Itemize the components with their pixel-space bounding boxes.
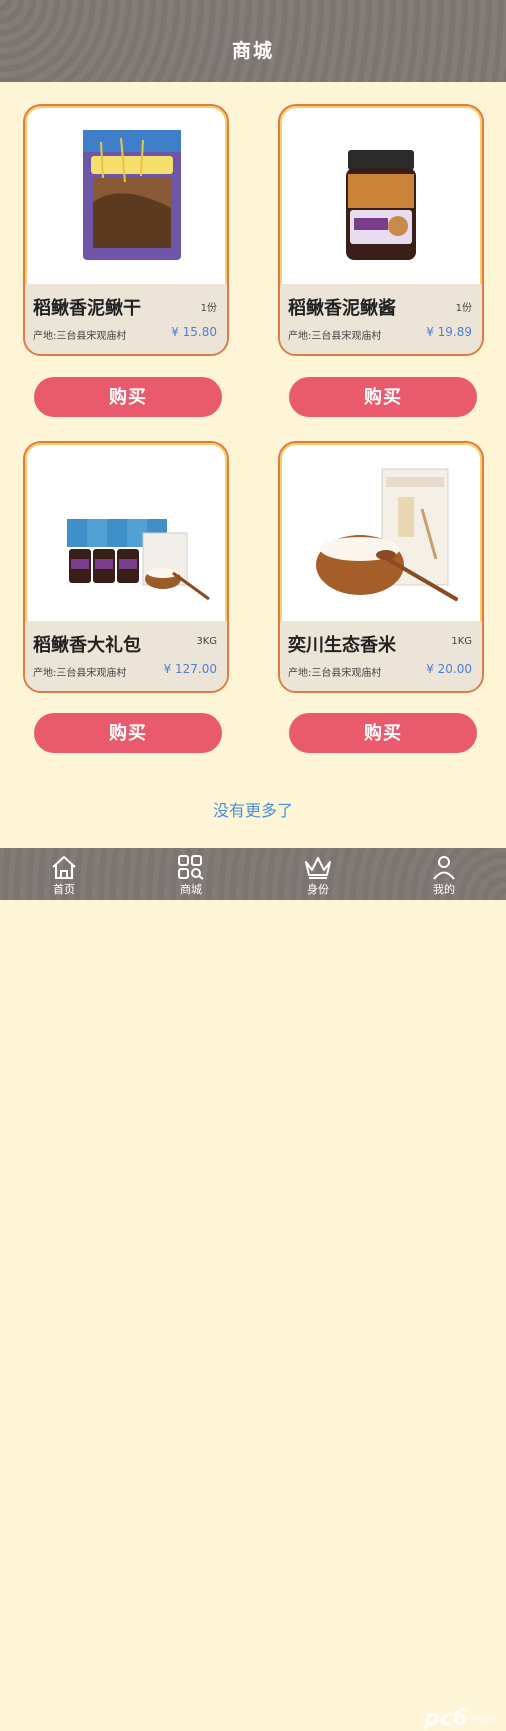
bottom-tab-bar: 首页 商城 身份 我的 pc6 下载站 [0, 848, 506, 1731]
product-price: ¥ 20.00 [426, 662, 472, 676]
product-card[interactable]: 稻鳅香泥鳅酱 1份 产地:三台县宋观庙村 ¥ 19.89 [278, 104, 484, 356]
tab-mine[interactable]: 我的 [404, 848, 484, 900]
user-icon [433, 856, 455, 880]
product-origin: 产地:三台县宋观庙村 [33, 668, 127, 679]
product-card[interactable]: 稻鳅香大礼包 3KG 产地:三台县宋观庙村 ¥ 127.00 [23, 441, 229, 693]
product-price: ¥ 127.00 [163, 662, 217, 676]
rice-box-and-bowl-image [316, 468, 458, 601]
buy-button[interactable]: 购买 [34, 377, 222, 417]
buy-button[interactable]: 购买 [34, 713, 222, 753]
no-more-text: 没有更多了 [212, 801, 293, 820]
header-bar: 商城 [0, 0, 506, 82]
tab-label: 身份 [307, 883, 329, 896]
product-info: 稻鳅香大礼包 3KG 产地:三台县宋观庙村 ¥ 127.00 [25, 621, 227, 691]
tab-label: 首页 [53, 883, 75, 896]
home-icon [52, 855, 76, 879]
tab-home[interactable]: 首页 [24, 848, 104, 900]
product-origin: 产地:三台县宋观庙村 [33, 331, 127, 342]
tab-label: 我的 [433, 883, 455, 896]
buy-button[interactable]: 购买 [289, 713, 477, 753]
watermark-subtext: 下载站 [470, 1715, 494, 1724]
product-name: 稻鳅香泥鳅酱 [288, 298, 396, 319]
loach-sauce-jar-image [346, 150, 416, 260]
tab-mall[interactable]: 商城 [151, 848, 231, 900]
product-quantity: 1份 [200, 303, 217, 314]
product-info: 奕川生态香米 1KG 产地:三台县宋观庙村 ¥ 20.00 [280, 621, 482, 691]
watermark-logo: pc6 [424, 1706, 469, 1731]
page-title: 商城 [231, 40, 274, 62]
product-info: 稻鳅香泥鳅干 1份 产地:三台县宋观庙村 ¥ 15.80 [25, 284, 227, 354]
product-card[interactable]: 奕川生态香米 1KG 产地:三台县宋观庙村 ¥ 20.00 [278, 441, 484, 693]
product-name: 奕川生态香米 [288, 635, 396, 656]
product-origin: 产地:三台县宋观庙村 [288, 668, 382, 679]
product-info: 稻鳅香泥鳅酱 1份 产地:三台县宋观庙村 ¥ 19.89 [280, 284, 482, 354]
product-price: ¥ 15.80 [171, 325, 217, 339]
dried-loach-package-image [83, 130, 181, 260]
product-name: 稻鳅香大礼包 [33, 635, 141, 656]
tab-identity[interactable]: 身份 [278, 848, 358, 900]
buy-button[interactable]: 购买 [289, 377, 477, 417]
grid-search-icon [178, 855, 204, 880]
product-quantity: 1KG [451, 636, 472, 647]
product-quantity: 1份 [455, 303, 472, 314]
product-name: 稻鳅香泥鳅干 [33, 298, 141, 319]
product-quantity: 3KG [196, 636, 217, 647]
product-origin: 产地:三台县宋观庙村 [288, 331, 382, 342]
gift-package-set-image [67, 519, 210, 601]
product-card[interactable]: 稻鳅香泥鳅干 1份 产地:三台县宋观庙村 ¥ 15.80 [23, 104, 229, 356]
crown-icon [305, 857, 331, 879]
product-price: ¥ 19.89 [426, 325, 472, 339]
tab-label: 商城 [180, 883, 202, 896]
